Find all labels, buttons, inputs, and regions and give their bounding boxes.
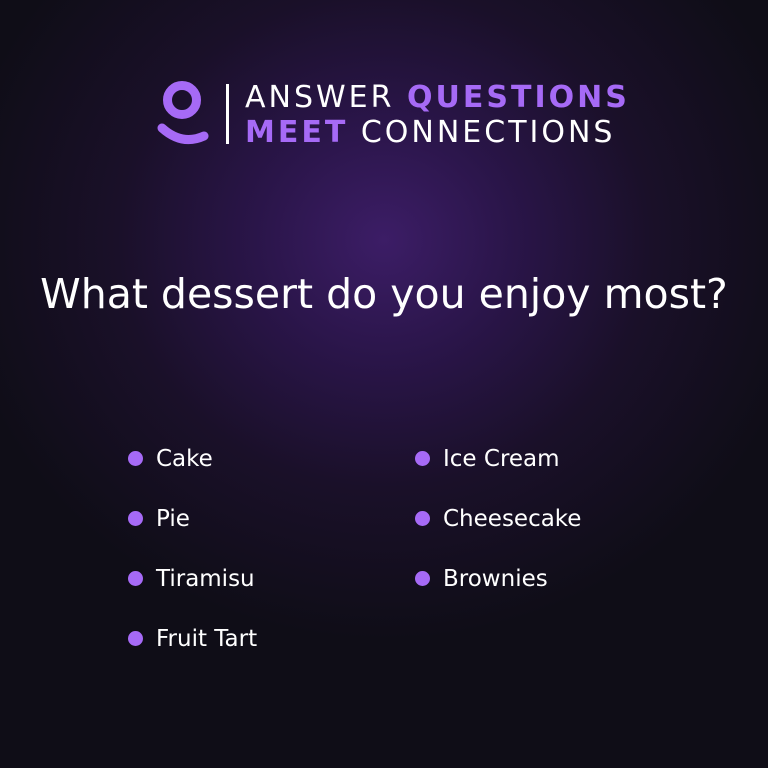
brand-tagline: ANSWER QUESTIONS MEET CONNECTIONS — [245, 80, 630, 150]
bullet-icon — [128, 570, 143, 586]
bullet-icon — [128, 510, 143, 526]
bullet-icon — [128, 630, 143, 646]
option-label: Brownies — [443, 566, 548, 592]
tagline-line-1: ANSWER QUESTIONS — [245, 80, 630, 115]
answer-options: Cake Pie Tiramisu Fruit Tart Ice Cream C… — [128, 440, 688, 670]
tagline-questions: QUESTIONS — [407, 80, 630, 115]
option-ice-cream[interactable]: Ice Cream — [415, 446, 560, 472]
option-cake[interactable]: Cake — [128, 446, 213, 472]
option-label: Pie — [156, 506, 190, 532]
tagline-meet: MEET — [245, 115, 349, 150]
option-label: Cake — [156, 446, 213, 472]
option-brownies[interactable]: Brownies — [415, 566, 548, 592]
brand-divider — [226, 84, 229, 144]
bullet-icon — [415, 450, 430, 466]
option-label: Ice Cream — [443, 446, 560, 472]
tagline-answer: ANSWER — [245, 80, 395, 115]
option-tiramisu[interactable]: Tiramisu — [128, 566, 255, 592]
bullet-icon — [128, 450, 143, 466]
option-label: Fruit Tart — [156, 626, 258, 652]
option-label: Cheesecake — [443, 506, 582, 532]
option-fruit-tart[interactable]: Fruit Tart — [128, 626, 257, 652]
bullet-icon — [415, 510, 430, 526]
bullet-icon — [415, 570, 430, 586]
option-cheesecake[interactable]: Cheesecake — [415, 506, 581, 532]
tagline-line-2: MEET CONNECTIONS — [245, 115, 630, 150]
option-pie[interactable]: Pie — [128, 506, 190, 532]
user-icon — [157, 81, 209, 145]
question-title: What dessert do you enjoy most? — [40, 270, 728, 318]
option-label: Tiramisu — [156, 566, 255, 592]
tagline-connections: CONNECTIONS — [360, 115, 616, 150]
